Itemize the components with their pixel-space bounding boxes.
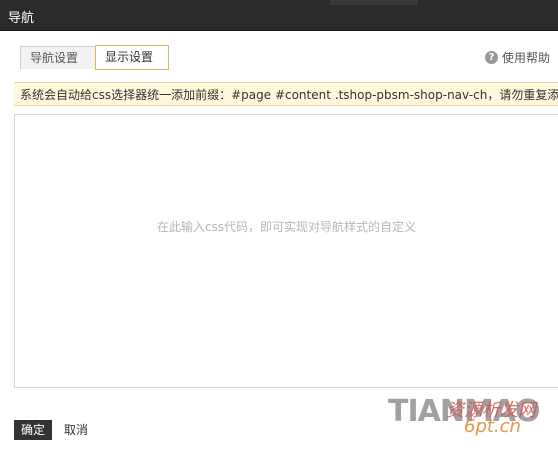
css-editor: 在此输入css代码，即可实现对导航样式的自定义 — [14, 114, 558, 388]
help-link[interactable]: ? 使用帮助 — [484, 49, 550, 66]
site-watermark: TIANMAO 资源析发网 6pt.cn — [388, 392, 558, 442]
watermark-url: 6pt.cn — [464, 416, 521, 437]
tab-label: 导航设置 — [30, 51, 79, 65]
css-code-input[interactable] — [15, 115, 558, 387]
dialog-title: 导航 — [8, 11, 35, 26]
notice-text: 系统会自动给css选择器统一添加前缀：#page #content .tshop… — [20, 88, 558, 102]
question-circle-icon: ? — [484, 51, 498, 64]
tab-label: 显示设置 — [105, 50, 154, 64]
tab-navigation-settings[interactable]: 导航设置 — [20, 46, 96, 69]
navigation-dialog: 导航 导航设置 显示设置 ? 使用帮助 系统会自动给css选择器统一添加前缀：#… — [0, 0, 558, 450]
dialog-titlebar[interactable]: 导航 — [0, 0, 558, 31]
watermark-cjk: 资源析发网 — [446, 400, 536, 421]
tab-display-settings[interactable]: 显示设置 — [95, 45, 169, 70]
dialog-footer: 确定 取消 — [14, 420, 92, 440]
help-label: 使用帮助 — [501, 51, 550, 65]
watermark-latin: TIANMAO — [388, 394, 541, 429]
cancel-button[interactable]: 取消 — [60, 420, 92, 440]
css-prefix-notice: 系统会自动给css选择器统一添加前缀：#page #content .tshop… — [14, 82, 558, 106]
confirm-button[interactable]: 确定 — [14, 420, 53, 440]
titlebar-decoration — [330, 0, 418, 5]
